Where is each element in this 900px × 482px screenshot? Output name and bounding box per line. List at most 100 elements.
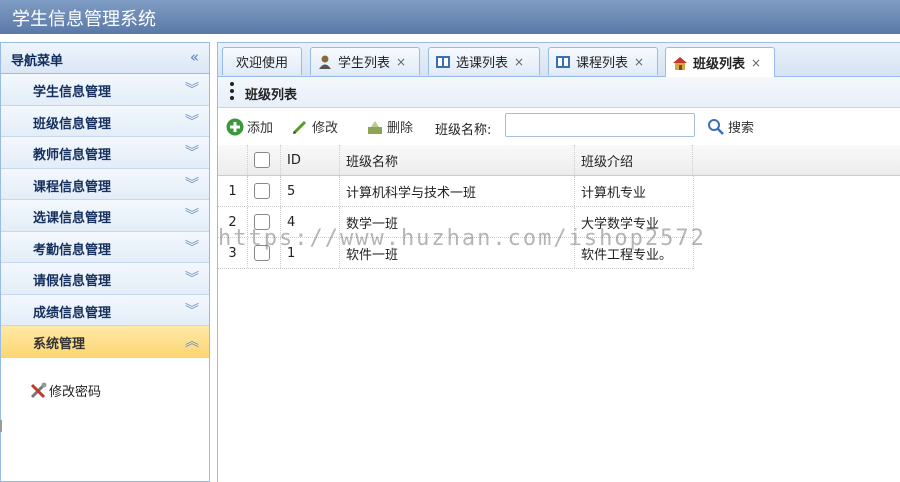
close-icon[interactable]: × — [514, 55, 524, 69]
class-name-search-input[interactable] — [505, 113, 695, 137]
drag-handle-icon — [230, 82, 234, 103]
tab-student-list[interactable]: 学生列表 × — [310, 47, 420, 75]
menu-item-label: 成绩信息管理 — [33, 305, 112, 321]
table-row[interactable]: 1 5 计算机科学与技术一班 计算机专业 — [218, 176, 693, 207]
row-select — [248, 238, 281, 268]
cell-class-intro: 软件工程专业。 — [581, 247, 673, 263]
row-number: 1 — [218, 176, 248, 206]
pencil-icon — [291, 118, 309, 136]
sub-item-label: 修改密码 — [49, 385, 102, 400]
tab-label: 选课列表 — [456, 56, 509, 71]
menu-item-label: 考勤信息管理 — [33, 242, 112, 258]
menu-item-grades[interactable]: 成绩信息管理 ︾ — [1, 294, 209, 326]
menu-item-label: 教师信息管理 — [33, 148, 112, 163]
edit-button-label: 修改 — [312, 121, 339, 136]
search-icon — [707, 118, 725, 136]
row-checkbox[interactable] — [254, 183, 270, 199]
close-icon[interactable]: × — [396, 55, 406, 69]
double-chevron-up-icon: ︽ — [185, 334, 199, 350]
row-select — [248, 207, 281, 237]
close-icon[interactable]: × — [751, 56, 761, 70]
tools-icon — [29, 382, 49, 400]
row-checkbox[interactable] — [254, 245, 270, 261]
menu-item-label: 班级信息管理 — [33, 116, 112, 132]
class-table: ID 班级名称 班级介绍 1 5 计算机科学与技术一班 计算机专业 2 4 数学… — [218, 145, 900, 269]
row-number: 3 — [218, 238, 248, 268]
double-chevron-down-icon: ︾ — [185, 145, 199, 161]
double-chevron-down-icon: ︾ — [185, 239, 199, 256]
cell-id: 1 — [281, 238, 340, 268]
cell-class-name: 数学一班 — [340, 207, 575, 237]
menu-item-label: 选课信息管理 — [33, 211, 112, 226]
user-icon — [317, 54, 333, 70]
menu-item-teacher[interactable]: 教师信息管理 ︾ — [1, 137, 209, 169]
header-rownum — [218, 145, 248, 175]
delete-button[interactable]: 删除 — [366, 117, 413, 136]
nav-sidebar: 导航菜单 « 学生信息管理 ︾ 班级信息管理 ︾ 教师信息管理 ︾ 课程信息管理… — [0, 42, 210, 482]
header-id[interactable]: ID — [281, 145, 340, 175]
close-icon[interactable]: × — [634, 55, 644, 69]
tab-welcome[interactable]: 欢迎使用 — [222, 47, 302, 75]
search-button-label: 搜索 — [728, 121, 755, 136]
panel-header: 班级列表 — [218, 77, 900, 108]
cell-class-name: 软件一班 — [340, 238, 575, 268]
panel-title: 班级列表 — [245, 88, 298, 103]
nav-sidebar-title: 导航菜单 — [11, 54, 64, 69]
search-button[interactable]: 搜索 — [707, 117, 754, 136]
delete-button-label: 删除 — [387, 121, 414, 136]
sub-item-change-password[interactable]: 修改密码 — [29, 381, 101, 400]
row-select — [248, 176, 281, 206]
tab-label: 欢迎使用 — [235, 56, 288, 71]
menu-item-label: 请假信息管理 — [33, 274, 112, 289]
cell-class-name: 计算机科学与技术一班 — [340, 176, 575, 206]
tab-enrollment-list[interactable]: 选课列表 × — [428, 47, 540, 75]
row-number: 2 — [218, 207, 248, 237]
tab-bar: 欢迎使用 学生列表 × 选课列表 × 课程列表 × 班级列表 × — [218, 43, 900, 77]
menu-item-label: 课程信息管理 — [33, 179, 112, 195]
tab-label: 课程列表 — [576, 56, 629, 71]
menu-item-label: 学生信息管理 — [33, 85, 112, 100]
menu-item-course[interactable]: 课程信息管理 ︾ — [1, 168, 209, 200]
home-icon — [672, 55, 688, 71]
edit-button[interactable]: 修改 — [291, 117, 338, 136]
table-row[interactable]: 3 1 软件一班 软件工程专业。 — [218, 238, 693, 269]
row-checkbox[interactable] — [254, 214, 270, 230]
cell-class-intro: 大学数学专业 — [581, 216, 660, 232]
header-class-intro[interactable]: 班级介绍 — [575, 145, 693, 175]
double-chevron-down-icon: ︾ — [185, 271, 199, 287]
add-button[interactable]: 添加 — [226, 117, 273, 136]
menu-item-system[interactable]: 系统管理 ︽ — [1, 326, 209, 358]
main-panel: 欢迎使用 学生列表 × 选课列表 × 课程列表 × 班级列表 × 班级列表 添加… — [217, 42, 900, 482]
add-button-label: 添加 — [247, 121, 274, 136]
tab-label: 班级列表 — [693, 57, 746, 72]
cell-id: 5 — [281, 176, 340, 206]
menu-item-class[interactable]: 班级信息管理 ︾ — [1, 105, 209, 137]
table-header: ID 班级名称 班级介绍 — [218, 145, 900, 176]
book-icon — [435, 54, 451, 70]
header-select-all — [248, 145, 281, 175]
menu-item-student[interactable]: 学生信息管理 ︾ — [1, 74, 209, 106]
double-chevron-down-icon: ︾ — [185, 302, 199, 319]
table-row[interactable]: 2 4 数学一班 大学数学专业 — [218, 207, 693, 238]
double-chevron-down-icon: ︾ — [185, 82, 199, 98]
delete-icon — [366, 118, 384, 136]
header-filler — [693, 145, 900, 175]
tab-label: 学生列表 — [338, 56, 391, 71]
header-class-name[interactable]: 班级名称 — [340, 145, 575, 175]
menu-item-attendance[interactable]: 考勤信息管理 ︾ — [1, 231, 209, 263]
tab-course-list[interactable]: 课程列表 × — [548, 47, 658, 75]
menu-item-label: 系统管理 — [33, 337, 86, 352]
double-chevron-left-icon[interactable]: « — [190, 48, 199, 66]
menu-item-enrollment[interactable]: 选课信息管理 ︾ — [1, 200, 209, 232]
nav-sidebar-header: 导航菜单 « — [1, 43, 209, 74]
double-chevron-down-icon: ︾ — [185, 208, 199, 224]
cell-id: 4 — [281, 207, 340, 237]
search-label: 班级名称: — [435, 123, 492, 138]
app-title-bar: 学生信息管理系统 — [0, 0, 900, 34]
plus-icon — [226, 118, 244, 136]
app-title: 学生信息管理系统 — [12, 9, 156, 30]
menu-item-leave[interactable]: 请假信息管理 ︾ — [1, 263, 209, 295]
tab-class-list[interactable]: 班级列表 × — [665, 47, 775, 77]
book-icon — [555, 54, 571, 70]
select-all-checkbox[interactable] — [254, 152, 270, 168]
